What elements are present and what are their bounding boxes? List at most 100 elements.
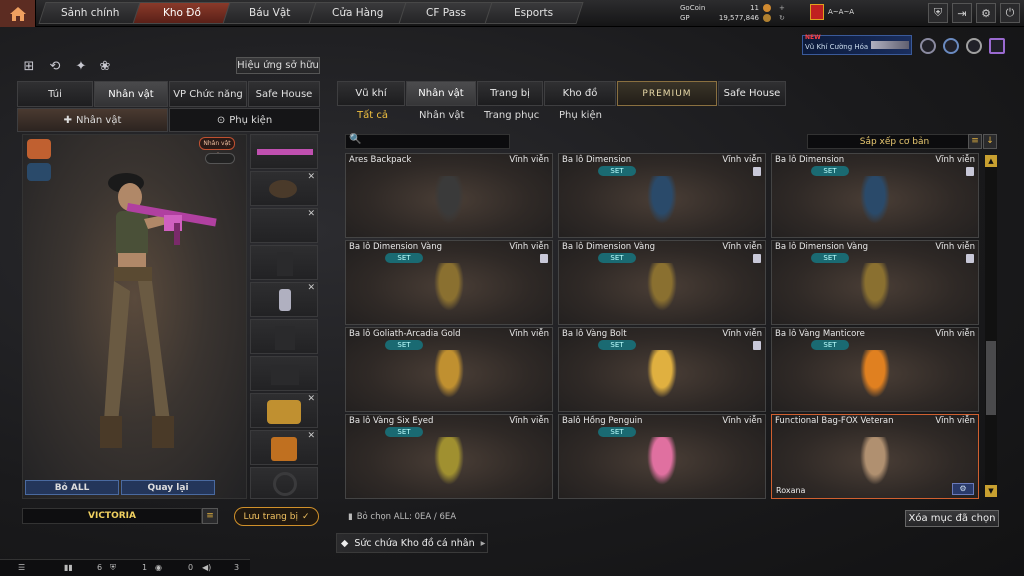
lock-icon[interactable] xyxy=(966,167,974,176)
preset-name-field[interactable]: VICTORIA xyxy=(22,508,202,524)
event-icon-4[interactable] xyxy=(989,38,1005,54)
item-card[interactable]: Ba lô Dimension Vàng Vĩnh viễn SET xyxy=(771,240,979,325)
lock-icon[interactable] xyxy=(753,341,761,350)
item-card[interactable]: Ba lô Dimension Vàng Vĩnh viễn SET xyxy=(558,240,766,325)
home-button[interactable] xyxy=(0,0,36,27)
left-tab-safehouse[interactable]: Safe House xyxy=(248,81,320,107)
remove-icon[interactable]: ✕ xyxy=(307,209,315,219)
remove-icon[interactable]: ✕ xyxy=(307,283,315,293)
slot-mask[interactable]: ✕ xyxy=(250,208,318,243)
right-tab-weapon[interactable]: Vũ khí xyxy=(337,81,405,106)
remove-icon[interactable]: ✕ xyxy=(307,172,315,182)
lock-icon[interactable] xyxy=(966,254,974,263)
right-tab-premium[interactable]: PREMIUM xyxy=(617,81,717,106)
slot-body[interactable] xyxy=(250,319,318,354)
save-loadout-button[interactable]: Lưu trang bị ✓ xyxy=(234,507,319,526)
item-card[interactable]: Ba lô Dimension Vĩnh viễn SET xyxy=(771,153,979,238)
slot-vest[interactable] xyxy=(250,245,318,280)
gear-icon[interactable]: ⚙ xyxy=(952,483,974,495)
shield-icon[interactable]: ⛨ xyxy=(928,3,948,23)
item-card[interactable]: Ares Backpack Vĩnh viễn xyxy=(345,153,553,238)
item-card[interactable]: Ba lô Vàng Manticore Vĩnh viễn SET xyxy=(771,327,979,412)
slot-backpack[interactable]: ✕ xyxy=(250,393,318,428)
lock-icon[interactable] xyxy=(540,254,548,263)
right-tab-storage[interactable]: Kho đồ xyxy=(544,81,616,106)
sort-arrow-icon[interactable]: ↓ xyxy=(983,134,997,149)
item-card[interactable]: Ba lô Goliath-Arcadia Gold Vĩnh viễn SET xyxy=(345,327,553,412)
sort-dropdown[interactable]: Sắp xếp cơ bản xyxy=(807,134,982,149)
slot-accessory[interactable]: ✕ xyxy=(250,430,318,465)
left-tab-character[interactable]: Nhân vật xyxy=(94,81,168,107)
mask-icon[interactable] xyxy=(27,163,51,181)
lock-icon[interactable] xyxy=(753,254,761,263)
right-tab-gear[interactable]: Trang bị xyxy=(477,81,543,106)
storage-capacity-button[interactable]: ◆ Sức chứa Kho đồ cá nhân ▸ xyxy=(336,533,488,553)
left-tab-bag[interactable]: Túi xyxy=(17,81,93,107)
scroll-up-icon[interactable]: ▲ xyxy=(985,155,997,167)
item-card[interactable]: Ba lô Dimension Vàng Vĩnh viễn SET xyxy=(345,240,553,325)
clear-selected-button[interactable]: Xóa mục đã chọn xyxy=(905,510,999,527)
power-icon[interactable]: ⏻ xyxy=(1000,3,1020,23)
event-icon-1[interactable] xyxy=(920,38,936,54)
subtab-character[interactable]: ✚ Nhân vật xyxy=(17,108,168,132)
chat-icon[interactable]: ◉ xyxy=(155,563,162,572)
event-icon-3[interactable] xyxy=(966,38,982,54)
menu-list-icon[interactable]: ☰ xyxy=(18,563,25,572)
character-badge[interactable]: Nhân vật ✓ xyxy=(199,137,235,158)
item-card[interactable]: Balô Hồng Penguin Vĩnh viễn SET xyxy=(558,414,766,499)
left-tab-function[interactable]: VP Chức năng xyxy=(169,81,247,107)
list-icon[interactable]: ≡ xyxy=(968,134,982,149)
slot-weapon[interactable] xyxy=(250,134,318,169)
scroll-thumb[interactable] xyxy=(986,341,996,415)
right-tab-safehouse[interactable]: Safe House xyxy=(718,81,786,106)
filter-character[interactable]: Nhân vật xyxy=(419,110,464,126)
character-preview[interactable]: Nhân vật ✓ Bỏ ALL Quay lại xyxy=(22,134,247,499)
nav-tab-inventory[interactable]: Kho Đồ xyxy=(132,2,232,24)
rotate-icon[interactable]: ⟲ xyxy=(46,57,64,75)
item-scrollbar[interactable]: ▲ ▼ xyxy=(985,155,997,497)
item-card[interactable]: Ba lô Dimension Vĩnh viễn SET xyxy=(558,153,766,238)
filter-outfit[interactable]: Trang phục xyxy=(484,110,539,126)
event-icon-2[interactable] xyxy=(943,38,959,54)
pose-icon[interactable]: ✦ xyxy=(72,57,90,75)
item-name: Ba lô Dimension Vàng xyxy=(775,242,869,252)
slot-legs[interactable] xyxy=(250,356,318,391)
view-toggle[interactable] xyxy=(205,153,235,164)
item-image xyxy=(647,437,677,485)
speaker-icon[interactable]: ◀) xyxy=(202,563,211,572)
search-input[interactable]: 🔍 xyxy=(345,134,510,149)
item-card[interactable]: Ba lô Vàng Bolt Vĩnh viễn SET xyxy=(558,327,766,412)
filter-accessory[interactable]: Phụ kiện xyxy=(559,110,602,126)
remove-all-button[interactable]: Bỏ ALL xyxy=(25,480,119,495)
pet-icon[interactable]: ❀ xyxy=(96,57,114,75)
nav-tab-shop[interactable]: Cửa Hàng xyxy=(308,2,408,24)
nav-tab-cfpass[interactable]: CF Pass xyxy=(398,2,494,24)
select-all-status[interactable]: ▮ Bỏ chọn ALL: 0EA / 6EA xyxy=(348,512,456,522)
gift-icon[interactable]: ⊞ xyxy=(20,57,38,75)
remove-icon[interactable]: ✕ xyxy=(307,431,315,441)
lock-icon[interactable] xyxy=(753,167,761,176)
scroll-down-icon[interactable]: ▼ xyxy=(985,485,997,497)
filter-all[interactable]: Tất cả xyxy=(357,110,388,126)
owned-effects-button[interactable]: Hiệu ứng sở hữu xyxy=(236,57,320,74)
wolf-icon[interactable] xyxy=(27,139,51,159)
plus-icon[interactable]: + xyxy=(779,4,785,12)
slot-pet[interactable]: ✕ xyxy=(250,282,318,317)
item-card[interactable]: Functional Bag-FOX Veteran Vĩnh viễn Roxan… xyxy=(771,414,979,499)
back-button[interactable]: Quay lại xyxy=(121,480,215,495)
nav-tab-treasure[interactable]: Báu Vật xyxy=(222,2,318,24)
right-tab-character[interactable]: Nhân vật xyxy=(406,81,476,106)
remove-icon[interactable]: ✕ xyxy=(307,394,315,404)
slot-helmet[interactable]: ✕ xyxy=(250,171,318,206)
rifle-image xyxy=(257,149,313,155)
slot-ring[interactable] xyxy=(250,467,318,499)
item-card[interactable]: Ba lô Vàng Six Eyed Vĩnh viễn SET xyxy=(345,414,553,499)
subtab-accessory[interactable]: ⊙ Phụ kiện xyxy=(169,108,320,132)
nav-tab-esports[interactable]: Esports xyxy=(484,2,584,24)
menu-icon[interactable]: ≡ xyxy=(202,508,218,524)
promo-banner[interactable]: NEW Vũ Khí Cường Hóa xyxy=(802,34,912,55)
gear-icon[interactable]: ⚙ xyxy=(976,3,996,23)
nav-tab-lobby[interactable]: Sảnh chính xyxy=(38,2,142,24)
exit-icon[interactable]: ⇥ xyxy=(952,3,972,23)
refresh-icon[interactable]: ↻ xyxy=(779,14,785,22)
